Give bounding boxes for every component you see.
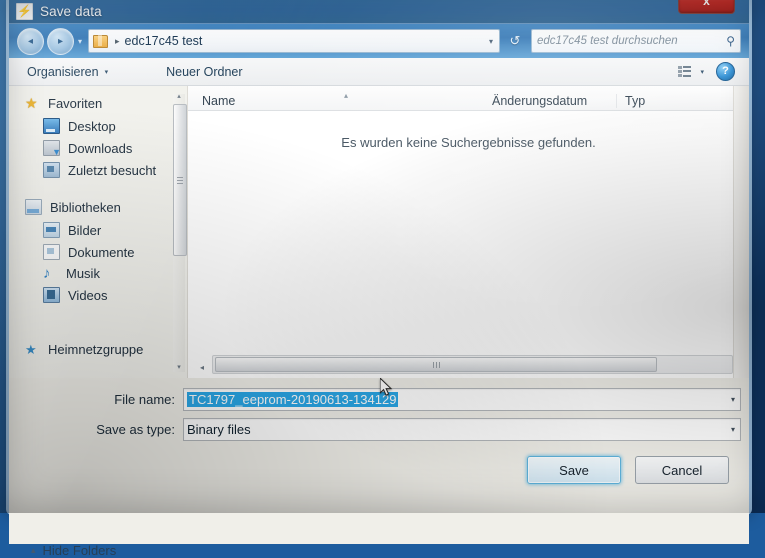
sidebar-group-label: Favoriten bbox=[48, 96, 103, 111]
homegroup-icon: ★ bbox=[25, 341, 37, 357]
column-header-row: Name ▴ Änderungsdatum Typ bbox=[188, 86, 749, 111]
chevron-down-icon[interactable]: ▾ bbox=[489, 37, 495, 46]
cancel-button[interactable]: Cancel bbox=[635, 456, 729, 484]
sidebar-item-label: Dokumente bbox=[68, 244, 135, 260]
file-name-field[interactable]: TC1797_eeprom-20190613-134129 ▾ bbox=[183, 387, 741, 411]
new-folder-button[interactable]: Neuer Ordner bbox=[158, 65, 250, 79]
save-data-dialog: ⚡ Save data x ◂ ▸ ▾ ▸ edc17c45 test ▾ ↺ … bbox=[6, 0, 752, 558]
sidebar-group-bibliotheken[interactable]: Bibliotheken bbox=[9, 195, 187, 219]
file-name-input[interactable]: TC1797_eeprom-20190613-134129 bbox=[187, 391, 399, 407]
search-input[interactable]: edc17c45 test durchsuchen bbox=[537, 35, 726, 47]
sidebar-group-heimnetzgruppe[interactable]: ★ Heimnetzgruppe bbox=[9, 338, 187, 361]
toolbar-right-group: ▾ ? bbox=[678, 62, 739, 81]
save-button[interactable]: Save bbox=[527, 456, 621, 484]
file-name-label: File name: bbox=[114, 391, 175, 407]
column-label: Name bbox=[202, 94, 236, 108]
save-as-type-row: Save as type: Binary files ▾ bbox=[9, 414, 749, 444]
scrollbar-thumb[interactable] bbox=[215, 357, 657, 372]
toolbar: Organisieren ▾ Neuer Ordner ▾ ? bbox=[9, 58, 749, 86]
organize-label: Organisieren bbox=[27, 64, 99, 79]
chevron-down-icon: ▾ bbox=[104, 68, 109, 76]
hide-folders-button[interactable]: ▴ Hide Folders bbox=[31, 543, 116, 558]
sidebar-item-label: Bilder bbox=[68, 222, 102, 238]
horizontal-scrollbar[interactable] bbox=[212, 355, 733, 374]
file-list-vertical-scrollbar[interactable] bbox=[733, 86, 749, 378]
scrollbar-thumb[interactable] bbox=[173, 104, 187, 256]
sidebar-group-label: Heimnetzgruppe bbox=[48, 342, 144, 357]
breadcrumb[interactable]: edc17c45 test bbox=[125, 34, 203, 48]
recent-places-icon bbox=[43, 162, 60, 178]
libraries-icon bbox=[25, 199, 42, 215]
hscroll-left-icon[interactable]: ◂ bbox=[200, 363, 204, 372]
new-folder-label: Neuer Ordner bbox=[166, 64, 243, 79]
music-icon: ♪ bbox=[43, 264, 51, 282]
help-button[interactable]: ? bbox=[716, 62, 735, 81]
search-icon: ⚲ bbox=[726, 34, 735, 48]
navigation-bar: ◂ ▸ ▾ ▸ edc17c45 test ▾ ↺ edc17c45 test … bbox=[9, 24, 749, 58]
address-bar[interactable]: ▸ edc17c45 test ▾ bbox=[88, 29, 500, 53]
sidebar-item-zuletzt-besucht[interactable]: Zuletzt besucht bbox=[9, 159, 187, 181]
breadcrumb-separator: ▸ bbox=[115, 35, 120, 46]
sidebar-item-bilder[interactable]: Bilder bbox=[9, 219, 187, 241]
sidebar-item-dokumente[interactable]: Dokumente bbox=[9, 241, 187, 263]
save-as-type-select[interactable]: Binary files ▾ bbox=[183, 417, 741, 441]
chevron-down-icon[interactable]: ▾ bbox=[731, 395, 738, 404]
scroll-down-icon[interactable]: ▾ bbox=[173, 361, 185, 372]
videos-icon bbox=[43, 287, 60, 303]
list-view-icon bbox=[678, 65, 692, 78]
empty-results-message: Es wurden keine Suchergebnisse gefunden. bbox=[341, 135, 596, 150]
lightning-bolt-icon: ⚡ bbox=[16, 2, 33, 20]
sidebar-item-desktop[interactable]: Desktop bbox=[9, 115, 187, 137]
sidebar-scrollbar[interactable]: ▴ ▾ bbox=[173, 93, 187, 372]
back-button[interactable]: ◂ bbox=[17, 27, 44, 55]
view-mode-button[interactable]: ▾ bbox=[678, 65, 704, 78]
file-list-pane: Name ▴ Änderungsdatum Typ Es wurden kein… bbox=[188, 86, 749, 378]
folder-icon bbox=[93, 34, 109, 48]
title-bar: ⚡ Save data x bbox=[9, 0, 749, 24]
navigation-pane: ★ Favoriten Desktop Downloads Zuletzt be… bbox=[9, 86, 188, 378]
chevron-up-icon: ▴ bbox=[31, 545, 36, 555]
desktop-icon bbox=[43, 118, 60, 134]
column-header-modified[interactable]: Änderungsdatum bbox=[492, 94, 616, 108]
sidebar-item-label: Desktop bbox=[68, 118, 116, 134]
star-icon: ★ bbox=[25, 94, 38, 111]
file-name-row: File name: TC1797_eeprom-20190613-134129… bbox=[9, 384, 749, 414]
save-as-type-value: Binary files bbox=[187, 421, 251, 437]
hide-folders-label: Hide Folders bbox=[42, 543, 117, 558]
window-title: Save data bbox=[40, 3, 102, 19]
sidebar-item-label: Zuletzt besucht bbox=[68, 162, 157, 178]
sidebar-item-label: Musik bbox=[66, 266, 100, 281]
chevron-down-icon: ▾ bbox=[700, 68, 704, 76]
sort-ascending-icon: ▴ bbox=[344, 91, 349, 100]
save-as-type-label: Save as type: bbox=[96, 421, 175, 437]
dialog-button-row: Save Cancel bbox=[9, 444, 749, 484]
organize-menu[interactable]: Organisieren ▾ bbox=[19, 65, 116, 79]
sidebar-group-favoriten[interactable]: ★ Favoriten bbox=[9, 92, 187, 115]
documents-icon bbox=[43, 244, 60, 260]
history-dropdown-icon[interactable]: ▾ bbox=[78, 37, 82, 46]
scroll-up-icon[interactable]: ▴ bbox=[173, 90, 185, 101]
forward-button[interactable]: ▸ bbox=[47, 27, 74, 55]
dialog-body: ★ Favoriten Desktop Downloads Zuletzt be… bbox=[9, 86, 749, 378]
sidebar-item-label: Videos bbox=[68, 287, 108, 303]
refresh-icon[interactable]: ↺ bbox=[504, 30, 526, 52]
column-header-name[interactable]: Name ▴ bbox=[188, 91, 492, 108]
sidebar-item-musik[interactable]: ♪ Musik bbox=[9, 263, 187, 284]
close-button[interactable]: x bbox=[678, 0, 735, 14]
downloads-icon bbox=[43, 140, 61, 157]
sidebar-item-videos[interactable]: Videos bbox=[9, 284, 187, 306]
column-header-type[interactable]: Typ bbox=[616, 94, 695, 108]
chevron-down-icon[interactable]: ▾ bbox=[731, 425, 738, 434]
pictures-icon bbox=[43, 222, 60, 238]
search-box[interactable]: edc17c45 test durchsuchen ⚲ bbox=[531, 29, 741, 53]
sidebar-item-downloads[interactable]: Downloads bbox=[9, 137, 187, 159]
sidebar-group-label: Bibliotheken bbox=[50, 199, 121, 215]
sidebar-item-label: Downloads bbox=[68, 140, 133, 156]
save-form: File name: TC1797_eeprom-20190613-134129… bbox=[9, 378, 749, 558]
